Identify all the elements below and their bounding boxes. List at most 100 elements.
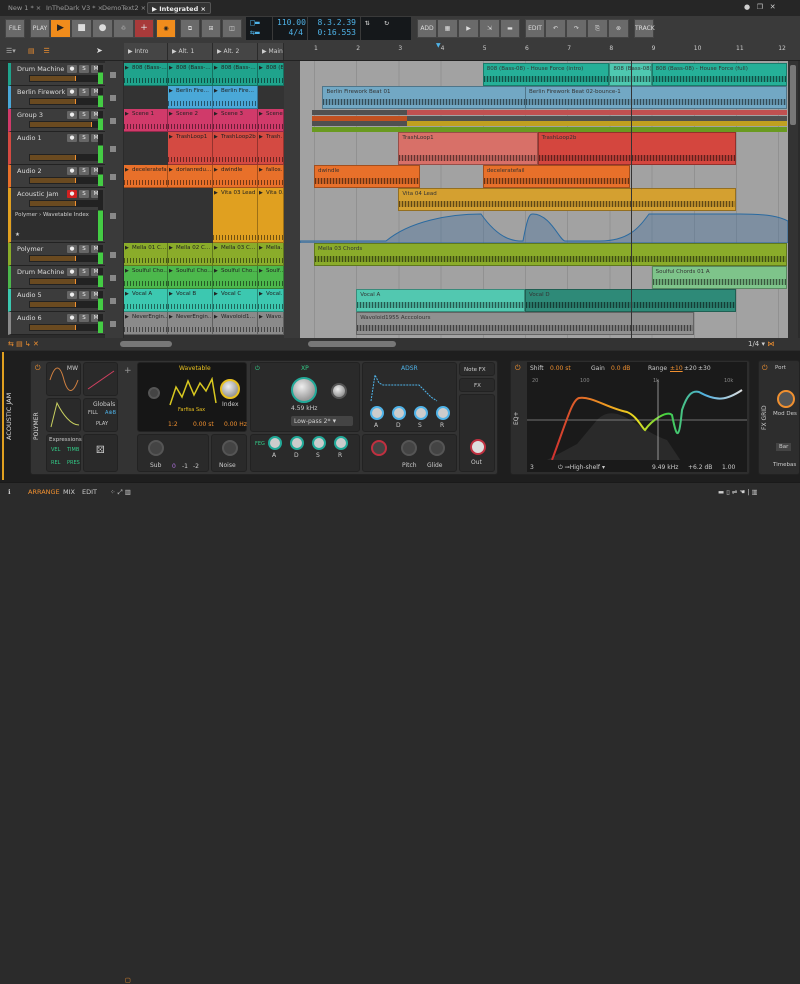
launcher-clip[interactable]: dorianredu… [168, 165, 213, 188]
volume-slider[interactable] [29, 121, 99, 128]
stop-clip-button[interactable] [110, 320, 116, 327]
filter-type[interactable]: XP [301, 365, 309, 372]
position-display[interactable]: 8.3.2.39 0:16.553 [308, 17, 360, 40]
launcher-clip[interactable]: Berlin Fire… [213, 86, 258, 109]
scene-header[interactable]: ▶ Alt. 2 [213, 43, 258, 60]
delete-icon[interactable]: ⊗ [608, 19, 629, 38]
volume-slider[interactable] [29, 200, 99, 207]
solo-button[interactable]: S [79, 65, 89, 73]
globals-modulator[interactable]: Globals FILL A⊕B PLAY [83, 398, 118, 432]
envelope-knob[interactable] [290, 436, 304, 450]
launcher-clip[interactable]: TrashLoop2b [213, 132, 258, 165]
filter-mode-dropdown[interactable]: Low-pass 2* ▾ [291, 416, 353, 426]
solo-button[interactable]: S [79, 167, 89, 175]
stop-clip-button[interactable] [110, 145, 116, 152]
osc-pitch[interactable]: 0.00 st [193, 421, 214, 428]
stop-clip-button[interactable] [110, 117, 116, 124]
stop-clip-button[interactable] [110, 212, 116, 219]
record-arm-button[interactable]: ● [67, 291, 77, 299]
solo-button[interactable]: S [79, 88, 89, 96]
band-freq[interactable]: 9.49 kHz [652, 464, 678, 471]
launcher-clip[interactable]: Berlin Fire… [168, 86, 213, 109]
envelope-knob[interactable] [436, 406, 450, 420]
track-header[interactable]: Audio 5 ● S M [8, 289, 105, 312]
add-marker-button[interactable]: ⊞ [201, 19, 221, 38]
launcher-clip[interactable]: Scene 1 [124, 109, 168, 132]
volume-slider[interactable] [29, 255, 99, 262]
osc-ratio[interactable]: 1:2 [168, 421, 178, 428]
track-header[interactable]: Audio 2 ● S M [8, 165, 105, 188]
track-header[interactable]: Drum Machine ● S M [8, 63, 105, 86]
scene-header[interactable]: ▶ Main [258, 43, 284, 60]
save-icon[interactable]: ▦ [437, 19, 458, 38]
eq-power-icon[interactable]: ⏻ [515, 364, 521, 373]
band-number[interactable]: 3 [530, 464, 534, 471]
launcher-clip[interactable]: Mella… [258, 243, 284, 266]
launcher-clip[interactable]: Vita 0… [258, 188, 284, 243]
track-menu-icon[interactable]: ☰▾ [6, 47, 16, 55]
launcher-clip[interactable]: Soulful Cho… [168, 266, 213, 289]
out-knob[interactable] [470, 439, 486, 455]
band-q[interactable]: 1.00 [722, 464, 735, 471]
volume-slider[interactable] [29, 154, 99, 161]
stop-clip-button[interactable] [110, 297, 116, 304]
envelope-knob[interactable] [268, 436, 282, 450]
launcher-clip[interactable]: dwindle [213, 165, 258, 188]
volume-slider[interactable] [29, 278, 99, 285]
launcher-clip[interactable]: Trash… [258, 132, 284, 165]
overdub-button[interactable]: + [134, 19, 154, 38]
launcher-clip[interactable]: Vocal A [124, 289, 168, 312]
fx-slot[interactable]: FX [459, 378, 495, 392]
track-header[interactable]: Group 3 ● S M [8, 109, 105, 132]
record-arm-button[interactable]: ● [67, 167, 77, 175]
shift-value[interactable]: 0.00 st [550, 365, 571, 372]
arranger-clip[interactable]: Soulful Chords 01 A [651, 266, 787, 289]
stop-clip-button[interactable] [110, 251, 116, 258]
loop-controls[interactable]: ⇅ ↻ [361, 17, 411, 40]
launcher-clip[interactable]: 808 (Bass-… [213, 63, 258, 86]
arranger-clip[interactable]: 808 (Bass-08) - House Force (intro) [482, 63, 610, 86]
launcher-clip[interactable]: Vocal… [258, 289, 284, 312]
volume-slider[interactable] [29, 98, 99, 105]
launcher-clip[interactable]: Scene [258, 109, 284, 132]
note-fx-slot[interactable]: Note FX [459, 362, 495, 376]
range-30[interactable]: ±30 [698, 365, 711, 372]
play-menu-button[interactable]: PLAY [30, 19, 50, 38]
track-header[interactable]: Drum Machine ● S M [8, 266, 105, 289]
range-20[interactable]: ±20 [684, 365, 697, 372]
automation-curve[interactable] [300, 211, 788, 243]
paste-icon[interactable]: ⎘ [587, 19, 608, 38]
track-header[interactable]: Audio 6 ● S M [8, 312, 105, 335]
time-signature[interactable]: 4/4 [277, 28, 303, 38]
record-arm-button[interactable]: ● [67, 88, 77, 96]
record-arm-button[interactable]: ● [67, 268, 77, 276]
launcher-clip[interactable]: NeverEngin… [168, 312, 213, 335]
stop-clip-button[interactable] [110, 94, 116, 101]
export-icon[interactable]: ▶ [458, 19, 479, 38]
arranger-clip[interactable]: TrashLoop1 [398, 132, 538, 165]
envelope-knob[interactable] [334, 436, 348, 450]
launcher-scrollbar[interactable] [120, 341, 172, 347]
track-header[interactable]: Polymer ● S M [8, 243, 105, 266]
info-icon[interactable]: ℹ [8, 488, 10, 496]
glide-knob[interactable] [429, 440, 445, 456]
record-arm-button[interactable]: ● [67, 245, 77, 253]
loop-region-button[interactable]: ◫ [222, 19, 242, 38]
tab-demotext2[interactable]: DemoText2 × [98, 2, 150, 14]
pointer-tool-icon[interactable]: ➤ [96, 46, 103, 55]
arrange-view-button[interactable]: ARRANGE [28, 488, 60, 496]
cutoff-knob[interactable] [291, 377, 317, 403]
stop-clip-button[interactable] [110, 173, 116, 180]
browser-icons[interactable]: ▬ ▯ ⇌ ☚ | ▥ [718, 488, 758, 496]
solo-button[interactable]: S [79, 190, 89, 198]
solo-button[interactable]: S [79, 314, 89, 322]
stop-button[interactable]: ■ [71, 19, 92, 38]
sub-oct-1[interactable]: -1 [182, 463, 188, 470]
arranger-clip[interactable]: TrashLoop2b [537, 132, 736, 165]
random-modulator[interactable] [83, 362, 118, 396]
solo-button[interactable]: S [79, 268, 89, 276]
add-modulator-icon[interactable]: + [124, 366, 132, 376]
arranger-clip[interactable]: Vocal A [356, 289, 525, 312]
arranger-clip[interactable]: deceleratefail [482, 165, 631, 188]
mod-dest-knob[interactable] [777, 390, 795, 408]
